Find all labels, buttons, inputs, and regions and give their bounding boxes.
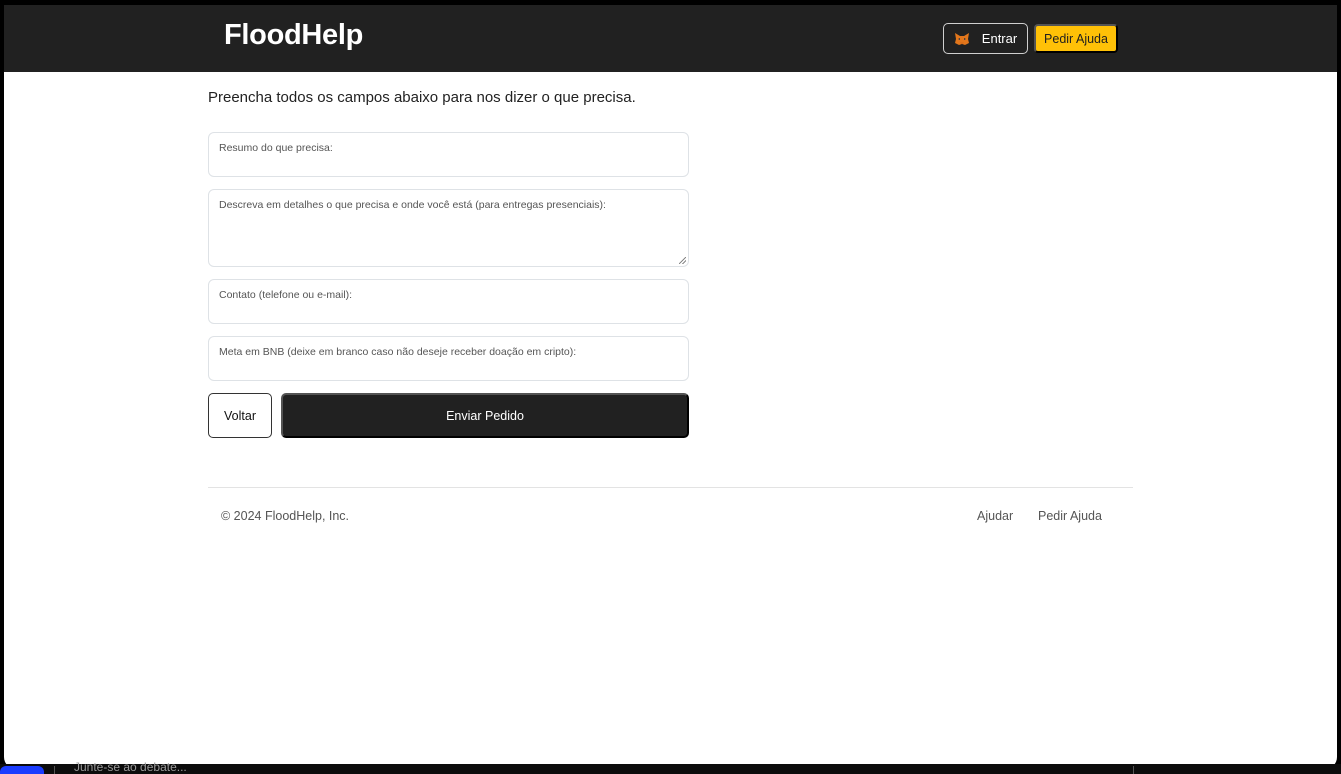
background-divider-right xyxy=(1133,766,1134,774)
form-intro: Preencha todos os campos abaixo para nos… xyxy=(208,89,636,106)
metamask-fox-icon xyxy=(954,32,969,45)
background-partial-text: Junte-se ao debate... xyxy=(74,760,187,774)
summary-label: Resumo do que precisa: xyxy=(219,142,333,154)
submit-request-button[interactable]: Enviar Pedido xyxy=(281,393,689,438)
background-divider xyxy=(54,766,55,774)
contact-input[interactable]: Contato (telefone ou e-mail): xyxy=(208,279,689,324)
footer-link-request-help[interactable]: Pedir Ajuda xyxy=(1038,509,1102,523)
details-textarea[interactable]: Descreva em detalhes o que precisa e ond… xyxy=(208,189,689,267)
footer-divider xyxy=(208,487,1133,488)
footer-copyright: © 2024 FloodHelp, Inc. xyxy=(221,509,350,523)
bnb-goal-label: Meta em BNB (deixe em branco caso não de… xyxy=(219,346,577,358)
background-app-tab xyxy=(0,766,44,774)
footer-link-help[interactable]: Ajudar xyxy=(977,509,1013,523)
background-window-strip xyxy=(0,764,1341,774)
brand-logo[interactable]: FloodHelp xyxy=(224,19,363,52)
login-label: Entrar xyxy=(981,31,1018,46)
back-button[interactable]: Voltar xyxy=(208,393,272,438)
details-label: Descreva em detalhes o que precisa e ond… xyxy=(219,199,606,211)
contact-label: Contato (telefone ou e-mail): xyxy=(219,289,353,301)
browser-viewport: FloodHelp Entrar Pedir Ajuda Preencha to… xyxy=(4,5,1337,769)
request-help-button[interactable]: Pedir Ajuda xyxy=(1034,24,1118,53)
navbar: FloodHelp Entrar Pedir Ajuda xyxy=(4,5,1337,72)
summary-input[interactable]: Resumo do que precisa: xyxy=(208,132,689,177)
login-button[interactable]: Entrar xyxy=(943,23,1028,54)
resize-handle-icon[interactable] xyxy=(679,257,686,264)
bnb-goal-input[interactable]: Meta em BNB (deixe em branco caso não de… xyxy=(208,336,689,381)
